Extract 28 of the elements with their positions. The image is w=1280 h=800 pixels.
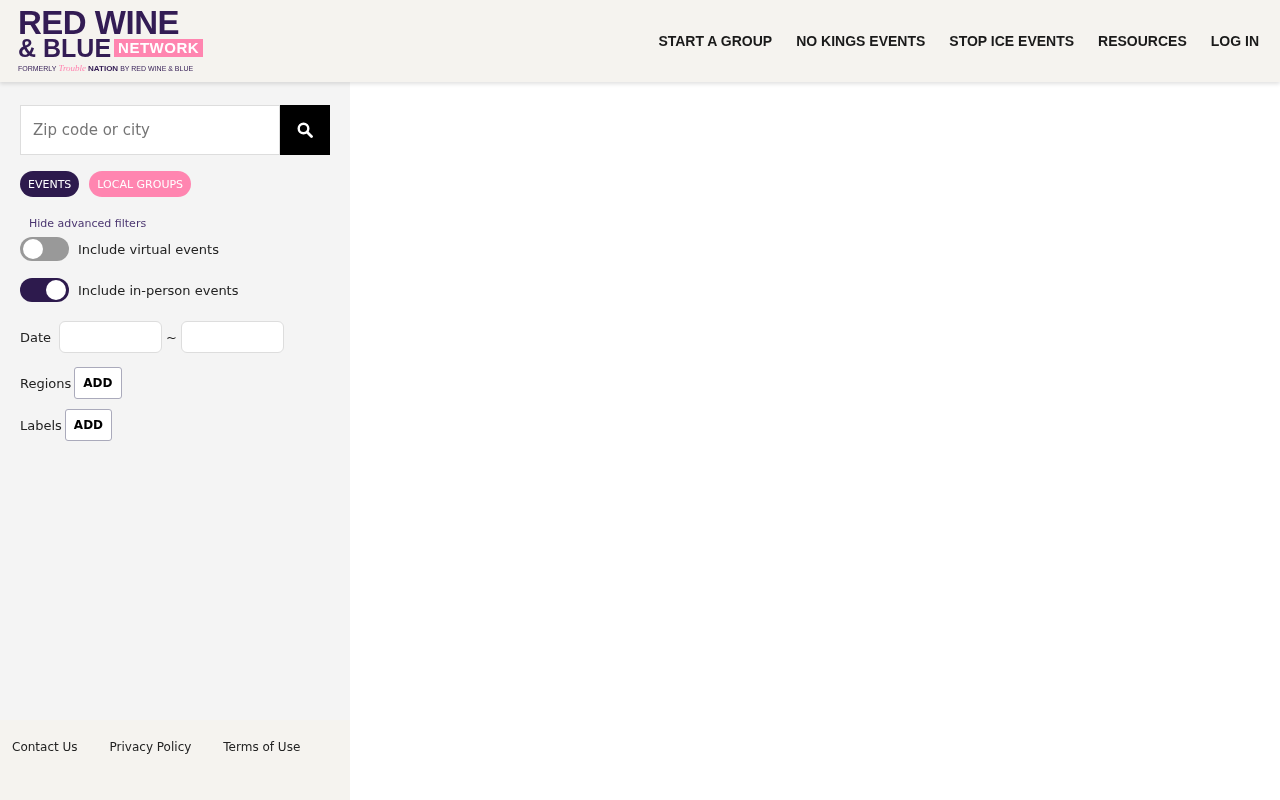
search-field[interactable]: Zip code or city <box>20 105 280 155</box>
search-button[interactable] <box>280 105 330 155</box>
date-label: Date <box>20 329 52 345</box>
filter-label: Regions <box>20 375 72 391</box>
filter-label: Labels <box>20 417 62 433</box>
filter-tab[interactable]: EVENTS <box>20 171 80 197</box>
logo-badge: NETWORK <box>114 38 204 57</box>
date-separator: ~ <box>166 329 177 345</box>
nav-link[interactable]: NO KINGS EVENTS <box>796 33 926 49</box>
nav-link[interactable]: STOP ICE EVENTS <box>949 33 1075 49</box>
toggle-switch[interactable] <box>20 237 69 261</box>
add-button[interactable]: ADD <box>64 409 113 441</box>
nav-link[interactable]: START A GROUP <box>658 33 773 49</box>
toggle-label: Include virtual events <box>78 241 219 257</box>
date-field[interactable] <box>181 321 284 353</box>
footer-link[interactable]: Privacy Policy <box>109 740 192 800</box>
nav-link[interactable]: LOG IN <box>1210 33 1259 49</box>
logo-title: RED WINE <box>18 8 180 37</box>
advanced-filters-link[interactable]: Hide advanced filters <box>29 217 330 230</box>
nav-link[interactable]: RESOURCES <box>1098 33 1187 49</box>
toggle-switch[interactable] <box>20 278 69 302</box>
search-icon <box>297 122 313 138</box>
toggle-label: Include in-person events <box>78 282 239 298</box>
footer-link[interactable]: Contact Us <box>12 740 78 800</box>
add-button[interactable]: ADD <box>74 367 122 399</box>
date-field[interactable] <box>59 321 163 353</box>
logo-title: & BLUE <box>18 36 112 59</box>
footer-link[interactable]: Terms of Use <box>223 740 301 800</box>
